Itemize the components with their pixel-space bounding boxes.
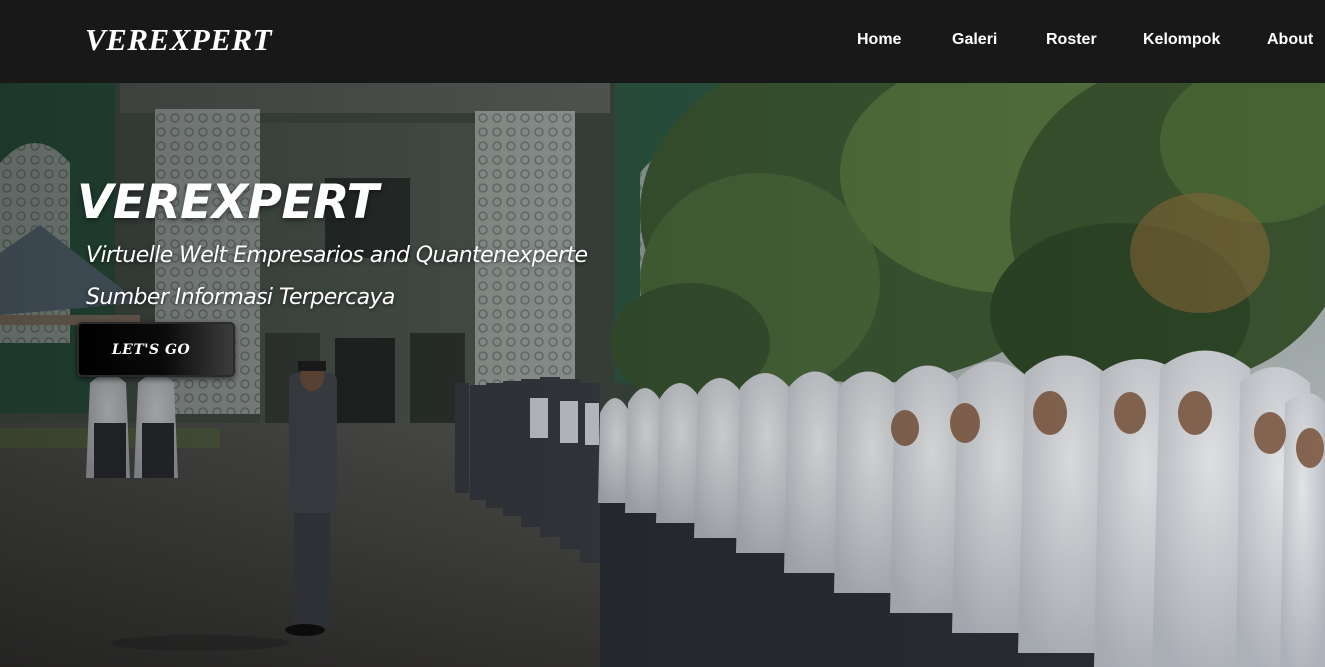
nav-link-kelompok[interactable]: Kelompok (1143, 31, 1220, 49)
navbar: VEREXPERT Home Galeri Roster Kelompok Ab… (0, 0, 1325, 83)
hero-tagline: Sumber Informasi Terpercaya (86, 285, 395, 310)
lets-go-button[interactable]: LET'S GO (77, 322, 235, 377)
lets-go-label: LET'S GO (111, 341, 191, 358)
nav-link-roster[interactable]: Roster (1046, 31, 1097, 49)
nav-link-about[interactable]: About (1267, 31, 1313, 49)
hero-title: VEREXPERT (77, 175, 379, 230)
hero-subtitle: Virtuelle Welt Empresarios and Quantenex… (86, 243, 588, 268)
nav-link-home[interactable]: Home (857, 31, 901, 49)
nav-menu: Home Galeri Roster Kelompok About (0, 31, 1325, 53)
hero-section: VEREXPERT Virtuelle Welt Empresarios and… (0, 83, 1325, 667)
nav-link-galeri[interactable]: Galeri (952, 31, 997, 49)
